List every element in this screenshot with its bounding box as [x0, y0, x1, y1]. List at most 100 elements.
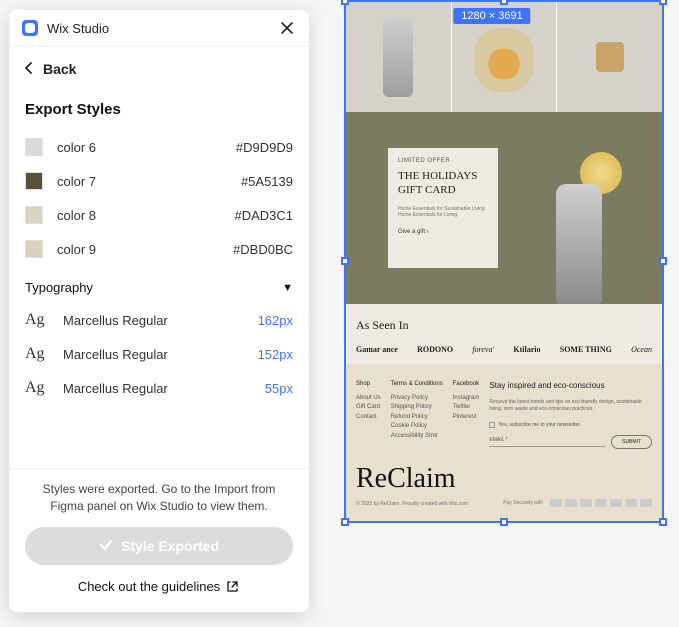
submit-button[interactable]: SUBMIT [611, 435, 652, 449]
reclaim-logo: ReClaim [356, 463, 652, 495]
typography-label: Typography [25, 280, 93, 295]
pay-icon [550, 499, 562, 507]
footer-link[interactable]: Contact [356, 413, 381, 423]
export-message: Styles were exported. Go to the Import f… [25, 481, 293, 515]
color-name: color 6 [57, 140, 96, 155]
resize-handle-tr[interactable] [659, 0, 667, 5]
back-button[interactable]: Back [9, 47, 309, 91]
brand-logo: SOME THING [560, 345, 612, 354]
pay-icon [610, 499, 622, 507]
color-hex: #DAD3C1 [234, 208, 293, 223]
footer-heading: Shop [356, 380, 381, 390]
color-row[interactable]: color 6 #D9D9D9 [25, 130, 293, 164]
card-link[interactable]: Give a gift › [398, 229, 429, 235]
footer-link[interactable]: Gift Card [356, 403, 381, 413]
exported-button-label: Style Exported [121, 538, 219, 554]
section-title: Export Styles [9, 91, 309, 130]
newsletter-title: Stay inspired and eco-conscious [489, 380, 652, 393]
footer-heading: Terms & Conditions [391, 380, 443, 390]
brand-row: Gamar ance RODONO foreva' Ktilario SOME … [356, 345, 652, 354]
figma-canvas[interactable]: LIMITED OFFER THE HOLIDAYS GIFT CARD Hom… [320, 0, 679, 627]
external-link-icon [226, 580, 240, 594]
typography-header[interactable]: Typography ▼ [25, 266, 293, 303]
newsletter-desc: Receive the latest trends and tips on ec… [489, 399, 652, 413]
font-preview-icon: Ag [25, 345, 51, 363]
card-tag: LIMITED OFFER [398, 158, 488, 164]
checkbox-label: Yes, subscribe me to your newsletter. [498, 421, 581, 429]
guidelines-link[interactable]: Check out the guidelines [25, 565, 293, 598]
panel-header: Wix Studio [9, 10, 309, 47]
footer-link[interactable]: Pinterest [453, 413, 480, 423]
footer-link[interactable]: About Us [356, 394, 381, 404]
brandmark-section: ReClaim © 2025 by ReClaim. Proudly creat… [346, 459, 662, 521]
font-preview-icon: Ag [25, 379, 51, 397]
style-exported-button[interactable]: Style Exported [25, 527, 293, 565]
color-hex: #5A5139 [241, 174, 293, 189]
pay-icon [580, 499, 592, 507]
frame-size-badge: 1280 × 3691 [453, 8, 530, 24]
footer-link[interactable]: Facebook [453, 380, 480, 390]
guidelines-label: Check out the guidelines [78, 579, 220, 594]
check-icon [99, 538, 113, 555]
footer-col-shop: Shop About Us Gift Card Contact [356, 380, 381, 449]
brand-logo: foreva' [472, 345, 494, 354]
footer-newsletter: Stay inspired and eco-conscious Receive … [489, 380, 652, 449]
font-row[interactable]: Ag Marcellus Regular 162px [25, 303, 293, 337]
gift-card-promo: LIMITED OFFER THE HOLIDAYS GIFT CARD Hom… [388, 148, 498, 268]
color-hex: #DBD0BC [233, 242, 293, 257]
as-seen-in-title: As Seen In [356, 318, 652, 333]
resize-handle-mt[interactable] [500, 0, 508, 5]
resize-handle-ml[interactable] [341, 257, 349, 265]
pay-icon [595, 499, 607, 507]
selected-frame[interactable]: LIMITED OFFER THE HOLIDAYS GIFT CARD Hom… [344, 0, 664, 523]
footer-link[interactable]: Instagram [453, 394, 480, 404]
payment-row: Pay Securely with [503, 499, 652, 507]
color-swatch [25, 206, 43, 224]
resize-handle-mb[interactable] [500, 518, 508, 526]
color-row[interactable]: color 9 #DBD0BC [25, 232, 293, 266]
export-styles-panel: Wix Studio Back Export Styles color 6 #D… [9, 10, 309, 612]
brand-logo: RODONO [417, 345, 453, 354]
chevron-left-icon [25, 61, 33, 77]
wix-studio-icon [21, 19, 39, 37]
footer-section: Shop About Us Gift Card Contact Terms & … [346, 364, 662, 459]
pay-icon [625, 499, 637, 507]
footer-col-social: Facebook Instagram Twitter Pinterest [453, 380, 480, 449]
font-size: 162px [258, 313, 293, 328]
font-size: 152px [258, 347, 293, 362]
brand-logo: Gamar ance [356, 345, 398, 354]
resize-handle-mr[interactable] [659, 257, 667, 265]
font-preview-icon: Ag [25, 311, 51, 329]
footer-link[interactable]: Accessibility Stmt [391, 432, 443, 442]
color-swatch [25, 172, 43, 190]
resize-handle-bl[interactable] [341, 518, 349, 526]
font-name: Marcellus Regular [63, 347, 168, 362]
feature-section: LIMITED OFFER THE HOLIDAYS GIFT CARD Hom… [346, 112, 662, 304]
email-input[interactable]: EMAIL * [489, 436, 605, 447]
footer-link[interactable]: Cookie Policy [391, 422, 443, 432]
color-name: color 7 [57, 174, 96, 189]
color-swatch [25, 240, 43, 258]
font-row[interactable]: Ag Marcellus Regular 152px [25, 337, 293, 371]
resize-handle-tl[interactable] [341, 0, 349, 5]
copyright: © 2025 by ReClaim. Proudly created with … [356, 501, 468, 507]
font-row[interactable]: Ag Marcellus Regular 55px [25, 371, 293, 405]
font-name: Marcellus Regular [63, 381, 168, 396]
subscribe-checkbox[interactable] [489, 422, 495, 428]
brand-logo: Ktilario [513, 345, 540, 354]
footer-link[interactable]: Twitter [453, 403, 480, 413]
color-row[interactable]: color 7 #5A5139 [25, 164, 293, 198]
color-row[interactable]: color 8 #DAD3C1 [25, 198, 293, 232]
panel-title: Wix Studio [47, 21, 109, 36]
footer-link[interactable]: Refund Policy [391, 413, 443, 423]
footer-link[interactable]: Privacy Policy [391, 394, 443, 404]
close-button[interactable] [277, 18, 297, 38]
bottle-graphic [556, 184, 602, 304]
styles-list[interactable]: color 6 #D9D9D9 color 7 #5A5139 color 8 … [9, 130, 309, 468]
color-swatch [25, 138, 43, 156]
color-name: color 8 [57, 208, 96, 223]
caret-down-icon: ▼ [282, 282, 293, 294]
resize-handle-br[interactable] [659, 518, 667, 526]
footer-link[interactable]: Shipping Policy [391, 403, 443, 413]
card-title: THE HOLIDAYS GIFT CARD [398, 170, 488, 198]
